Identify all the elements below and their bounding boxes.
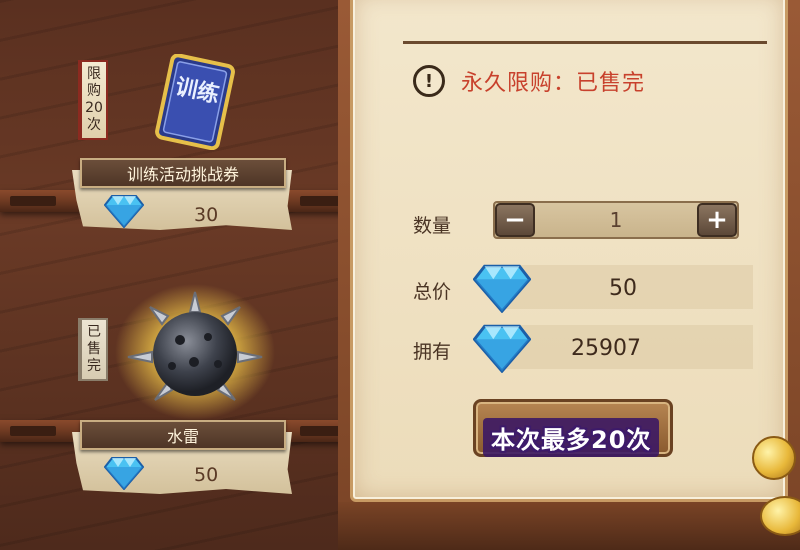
exclamation-circle-icon: ! [413, 65, 445, 97]
purchase-limit-warning: ! 永久限购：已售完 [413, 65, 645, 97]
divider [403, 41, 767, 44]
sold-out-tag: 已售完 [78, 318, 108, 381]
diamond-icon [473, 264, 531, 313]
item-name-label: 训练活动挑战券 [80, 158, 286, 188]
buy-button-label[interactable]: 本次最多20次 [483, 418, 660, 457]
purchase-panel-parchment: ! 永久限购：已售完 数量 − 1 + 总价 50 拥有 25907 本次最多2… [350, 0, 788, 502]
diamond-icon [104, 457, 144, 490]
item-name-label: 水雷 [80, 420, 286, 450]
increase-quantity-button[interactable]: + [697, 203, 737, 237]
owned-value: 25907 [571, 336, 641, 361]
quantity-label: 数量 [413, 215, 452, 237]
total-price-label: 总价 [413, 281, 452, 303]
item-price: 50 [194, 464, 219, 486]
quantity-stepper: − 1 + [493, 201, 739, 239]
gold-coin-icon [752, 436, 796, 480]
training-ticket-icon: 训练 [155, 54, 235, 150]
owned-label: 拥有 [413, 341, 452, 363]
panel-frame-bottom [338, 502, 800, 550]
diamond-icon [104, 195, 144, 228]
purchase-limit-tag: 限购20次 [78, 60, 108, 140]
naval-mine-icon [115, 284, 275, 420]
diamond-icon [473, 324, 531, 373]
purchase-panel: ! 永久限购：已售完 数量 − 1 + 总价 50 拥有 25907 本次最多2… [338, 0, 800, 550]
total-price-value: 50 [609, 276, 637, 301]
item-price: 30 [194, 204, 219, 226]
warning-text: 永久限购：已售完 [461, 71, 646, 96]
